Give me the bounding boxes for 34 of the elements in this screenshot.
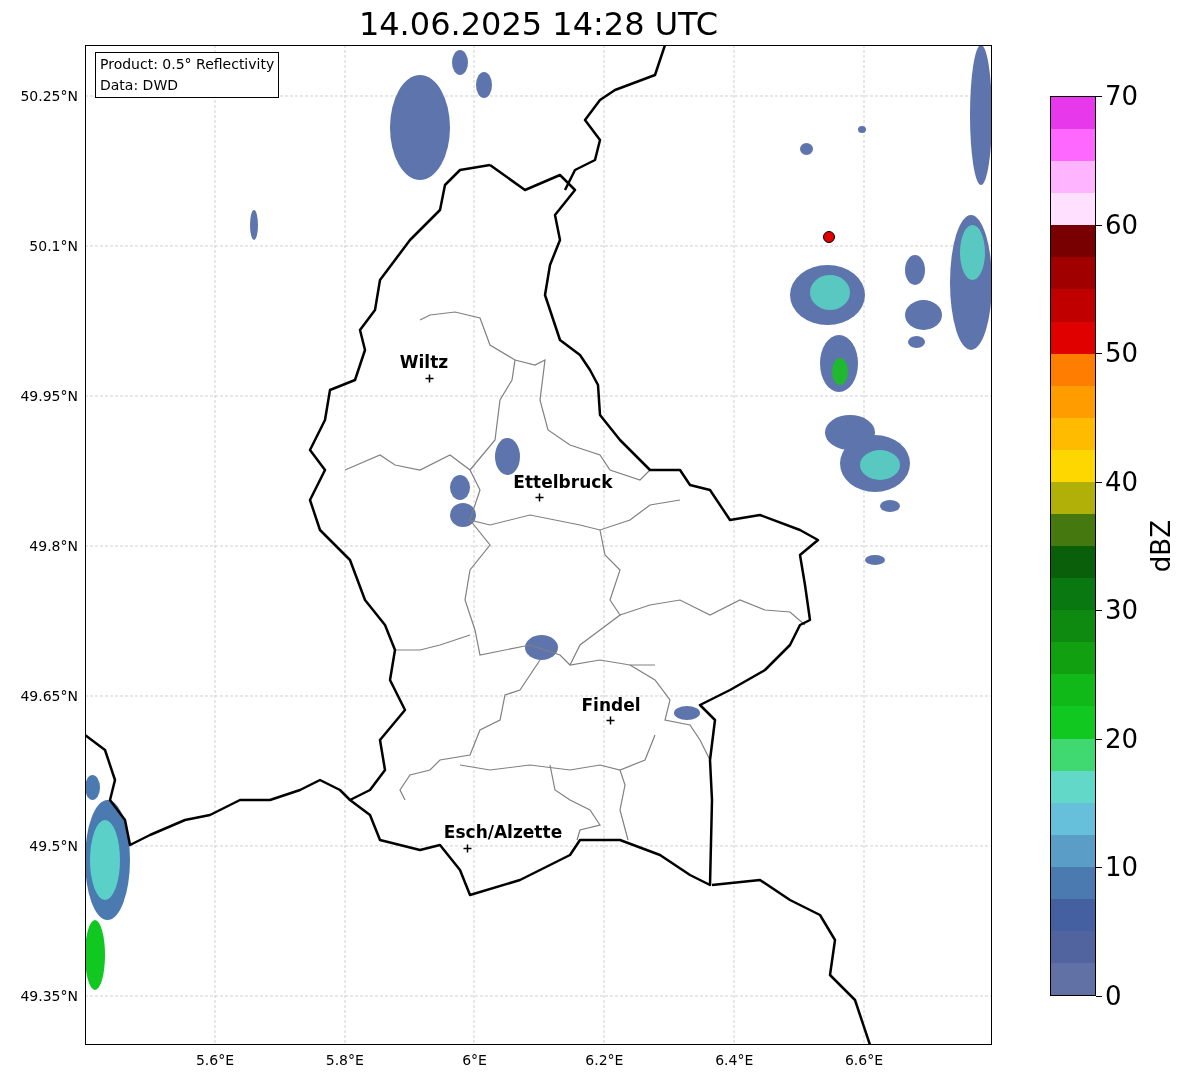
x-tick-label: 6.6°E <box>843 1051 885 1070</box>
colorbar-tick-label: 50 <box>1105 338 1139 369</box>
colorbar-tick-label: 40 <box>1105 466 1139 497</box>
y-tick-label: 50.25°N <box>20 87 78 106</box>
y-tick-label: 49.35°N <box>20 987 78 1006</box>
y-tick-label: 49.65°N <box>20 687 78 706</box>
city-label: Wiltz <box>398 352 450 372</box>
colorbar-label: dBZ <box>1145 520 1177 573</box>
y-tick-label: 49.8°N <box>29 537 78 556</box>
colorbar-tick-label: 0 <box>1105 981 1122 1011</box>
city-label: Ettelbruck <box>512 472 614 492</box>
x-tick-label: 5.6°E <box>194 1051 236 1070</box>
x-tick-label: 6.4°E <box>714 1051 755 1070</box>
colorbar-tick-label: 10 <box>1105 852 1139 883</box>
x-tick-label: 5.8°E <box>324 1051 365 1070</box>
city-marker-icon <box>424 373 434 383</box>
colorbar-tick-label: 60 <box>1105 209 1139 240</box>
chart-title: 14.06.2025 14:28 UTC <box>357 4 720 44</box>
y-tick-label: 49.5°N <box>29 837 78 856</box>
info-text: Data: DWD <box>100 76 179 95</box>
y-tick-label: 49.95°N <box>20 387 78 406</box>
x-tick-label: 6.2°E <box>584 1051 625 1070</box>
colorbar-tick-label: 70 <box>1105 81 1139 111</box>
info-text: Product: 0.5° Reflectivity <box>100 55 275 74</box>
city-marker-icon <box>534 492 544 502</box>
city-marker-icon <box>462 843 472 853</box>
city-marker-icon <box>605 715 615 725</box>
city-label: Findel <box>580 695 642 715</box>
radar-site-marker <box>822 230 836 244</box>
y-tick-label: 50.1°N <box>29 237 78 256</box>
x-tick-label: 6°E <box>461 1051 488 1070</box>
colorbar-tick-label: 30 <box>1105 595 1139 626</box>
city-label: Esch/Alzette <box>442 822 564 842</box>
colorbar-tick-label: 20 <box>1105 723 1139 754</box>
